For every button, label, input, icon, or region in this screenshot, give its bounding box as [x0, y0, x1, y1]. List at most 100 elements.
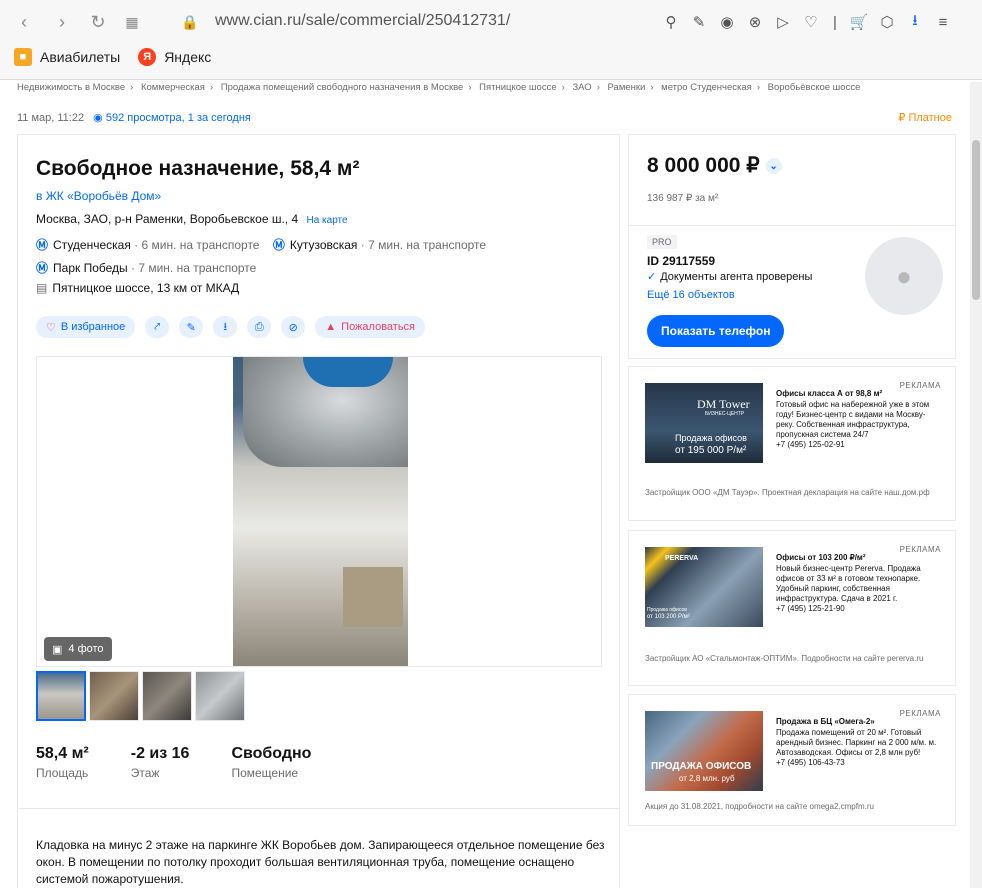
breadcrumb-item[interactable]: Продажа помещений свободного назначения …	[221, 82, 464, 93]
bookmarks-bar: ■ Авиабилеты Я Яндекс	[14, 48, 211, 66]
fact-floor: -2 из 16 Этаж	[131, 745, 190, 780]
hide-button[interactable]: ⊘	[281, 316, 306, 338]
lock-icon: 🔒	[181, 13, 199, 30]
cart-icon[interactable]: 🛒	[848, 10, 870, 34]
facts-row: 58,4 м² Площадь -2 из 16 Этаж Свободно П…	[36, 745, 311, 780]
back-icon[interactable]: ‹	[12, 10, 36, 34]
map-link[interactable]: На карте	[307, 215, 348, 226]
hide-icon: ⊘	[288, 321, 298, 334]
breadcrumb-item[interactable]: ЗАО	[572, 82, 591, 93]
thumbnail[interactable]	[195, 671, 245, 721]
share-button[interactable]: ⤤	[145, 316, 170, 338]
ad-image-line2: от 103 200 Р/м²	[647, 614, 690, 620]
note-button[interactable]: ✎	[179, 316, 204, 338]
ad-heading: Офисы от 103 200 ₽/м²	[776, 553, 866, 562]
ad-text: Офисы от 103 200 ₽/м² Новый бизнес-центр…	[776, 553, 942, 614]
breadcrumb-item[interactable]: Недвижимость в Москве	[17, 82, 125, 93]
print-icon: ⎙	[254, 320, 264, 333]
tabs-grid-icon[interactable]: ▦	[120, 10, 144, 34]
listing-photo[interactable]	[233, 357, 408, 666]
fact-label: Площадь	[36, 766, 89, 780]
metro-row-1: Ⓜ Студенческая · 6 мин. на транспорте Ⓜ Ку…	[36, 236, 486, 253]
camera-icon[interactable]: ◉	[716, 10, 738, 34]
toolbar-icons: ⚲ ✎ ◉ ⊗ ▷ ♡ | 🛒 ⬡ ⭳ ≡	[660, 10, 954, 34]
forward-icon[interactable]: ›	[50, 10, 74, 34]
bookmark-yandex[interactable]: Яндекс	[164, 49, 211, 65]
breadcrumb-item[interactable]: Коммерческая	[141, 82, 205, 93]
thumbnail[interactable]	[89, 671, 139, 721]
verified-text: Документы агента проверены	[660, 271, 813, 283]
metro-time: · 7 мин. на транспорте	[360, 238, 487, 252]
photo-gallery[interactable]: ▣ 4 фото	[36, 356, 602, 667]
price-value-row: 8 000 000 ₽ ⌄	[647, 153, 782, 178]
metro-icon: Ⓜ	[36, 261, 49, 275]
cube-icon[interactable]: ⬡	[876, 10, 898, 34]
ad-card[interactable]: РЕКЛАМА ПРОДАЖА ОФИСОВ от 2,8 млн. руб П…	[628, 694, 956, 826]
page-title: Свободное назначение, 58,4 м²	[36, 157, 360, 180]
print-button[interactable]: ⎙	[247, 316, 272, 338]
divider: |	[833, 13, 837, 31]
price-value: 8 000 000 ₽	[647, 154, 760, 177]
ad-phone: +7 (495) 125-21-90	[776, 604, 845, 613]
warning-icon: ▲	[325, 321, 337, 333]
more-objects-link[interactable]: Ещё 16 объектов	[647, 289, 735, 301]
complex-link[interactable]: в ЖК «Воробьёв Дом»	[36, 189, 161, 203]
pro-badge: PRO	[647, 235, 677, 249]
photo-boxes	[343, 567, 403, 627]
bookmark-aviatickets[interactable]: Авиабилеты	[40, 49, 120, 65]
chevron-down-icon[interactable]: ⌄	[765, 158, 782, 175]
ad-phone: +7 (495) 106-43-73	[776, 758, 845, 767]
metro-time: · 6 мин. на транспорте	[134, 238, 260, 252]
ad-image[interactable]: ПРОДАЖА ОФИСОВ от 2,8 млн. руб	[645, 711, 763, 791]
road-icon: ▤	[36, 281, 48, 295]
thumbnail[interactable]	[36, 671, 86, 721]
address-text: Москва, ЗАО, р-н Раменки, Воробьевское ш…	[36, 212, 299, 226]
edit-icon[interactable]: ✎	[688, 10, 710, 34]
complain-button[interactable]: ▲ Пожаловаться	[315, 316, 426, 338]
ad-card[interactable]: РЕКЛАМА DM Tower БИЗНЕС-ЦЕНТР Продажа оф…	[628, 366, 956, 521]
ad-body: Продажа помещений от 20 м². Готовый арен…	[776, 728, 937, 757]
thumbnail[interactable]	[142, 671, 192, 721]
settings-sliders-icon[interactable]: ≡	[932, 10, 954, 34]
address: Москва, ЗАО, р-н Раменки, Воробьевское ш…	[36, 212, 348, 226]
breadcrumb-item[interactable]: Раменки	[608, 82, 646, 93]
breadcrumb-item[interactable]: Воробьёвское шоссе	[768, 82, 861, 93]
metro-station[interactable]: Кутузовская	[290, 238, 358, 252]
close-circle-icon[interactable]: ⊗	[744, 10, 766, 34]
breadcrumb-item[interactable]: метро Студенческая	[661, 82, 752, 93]
download-button[interactable]: ⭳	[213, 316, 238, 338]
fact-value: -2 из 16	[130, 745, 190, 762]
favorite-button[interactable]: ♡ В избранное	[36, 316, 136, 338]
views-text: 592 просмотра, 1 за сегодня	[105, 112, 251, 124]
address-bar[interactable]: www.cian.ru/sale/commercial/250412731/	[215, 12, 510, 30]
ad-image-line1: Продажа офисов	[675, 433, 747, 443]
ad-image[interactable]: DM Tower БИЗНЕС-ЦЕНТР Продажа офисов от …	[645, 383, 763, 463]
camera-icon: ▣	[52, 643, 63, 656]
metro-station[interactable]: Студенческая	[53, 238, 131, 252]
send-icon[interactable]: ▷	[772, 10, 794, 34]
price-per-m2: 136 987 ₽ за м²	[647, 193, 719, 204]
ad-image[interactable]: PERERVA Продажа офисов от 103 200 Р/м²	[645, 547, 763, 627]
scrollbar-thumb[interactable]	[972, 140, 980, 300]
metro-row-2: Ⓜ Парк Победы · 7 мин. на транспорте	[36, 259, 256, 276]
metro-station[interactable]: Парк Победы	[53, 261, 128, 275]
breadcrumb-item[interactable]: Пятницкое шоссе	[479, 82, 556, 93]
listing-meta: 11 мар, 11:22 ◉ 592 просмотра, 1 за сего…	[17, 111, 251, 124]
ad-text: Продажа в БЦ «Омега-2» Продажа помещений…	[776, 717, 942, 768]
ad-body: Новый бизнес-центр Pererva. Продажа офис…	[776, 564, 921, 603]
ad-card[interactable]: РЕКЛАМА PERERVA Продажа офисов от 103 20…	[628, 530, 956, 686]
ad-body: Готовый офис на набережной уже в этом го…	[776, 400, 930, 439]
thumbnail-strip	[36, 671, 245, 721]
photo-count-badge[interactable]: ▣ 4 фото	[44, 637, 112, 661]
photo-count: 4 фото	[68, 643, 104, 655]
download-icon[interactable]: ⭳	[904, 10, 926, 34]
reload-icon[interactable]: ↻	[86, 10, 110, 34]
heart-icon: ♡	[46, 321, 56, 334]
favorite-label: В избранное	[60, 321, 126, 333]
breadcrumb: Недвижимость в Москве › Коммерческая › Про…	[17, 82, 861, 93]
heart-icon[interactable]: ♡	[800, 10, 822, 34]
views-count[interactable]: ◉ 592 просмотра, 1 за сегодня	[93, 112, 251, 124]
pencil-icon: ✎	[186, 321, 196, 334]
search-icon[interactable]: ⚲	[660, 10, 682, 34]
show-phone-button[interactable]: Показать телефон	[647, 315, 785, 347]
